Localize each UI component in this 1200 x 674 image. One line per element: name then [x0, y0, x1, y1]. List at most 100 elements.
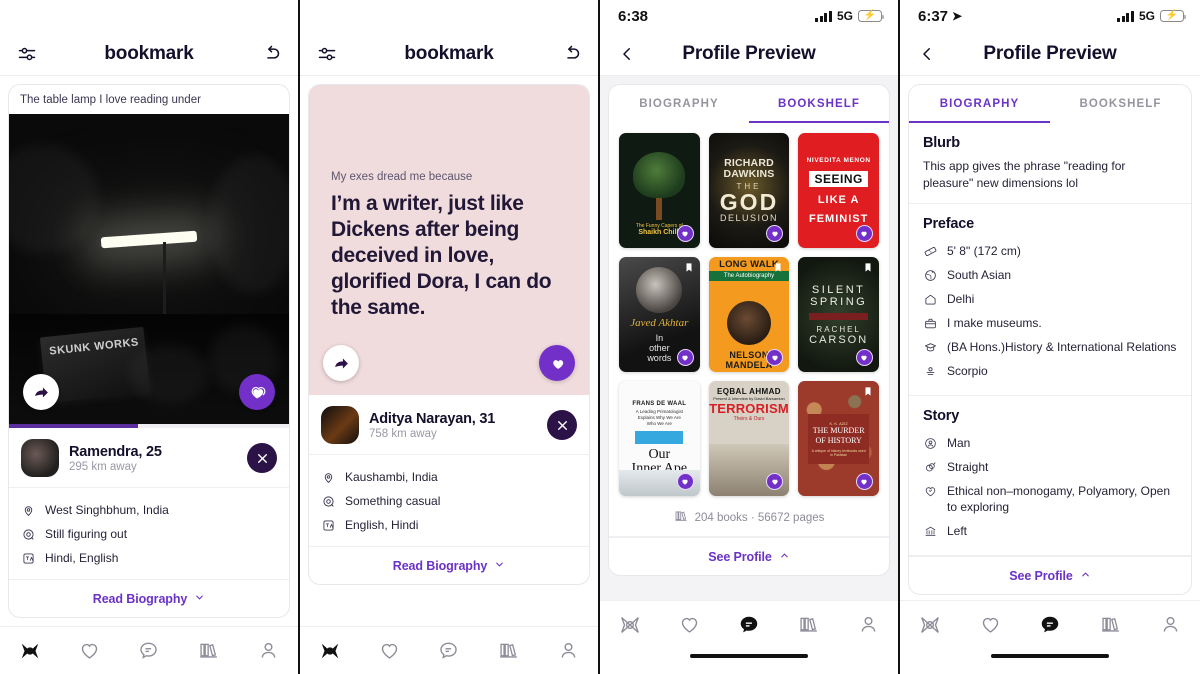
nav-bookshelf[interactable]	[492, 636, 526, 666]
network-label: 5G	[1138, 9, 1155, 23]
person-header: Ramendra, 25 295 km away	[9, 428, 289, 488]
book-card[interactable]: The Funny Capers of Shaikh Chilli	[619, 133, 700, 248]
feed-body[interactable]: The table lamp I love reading under SKUN…	[0, 76, 298, 626]
filter-sliders-icon[interactable]	[312, 39, 342, 69]
location-pin-icon	[21, 503, 36, 518]
book-card[interactable]: K. K. AZIZ THE MURDER OF HISTORY A critiq…	[798, 381, 879, 496]
tab-biography[interactable]: BIOGRAPHY	[609, 85, 749, 123]
tab-bookshelf[interactable]: BOOKSHELF	[749, 85, 889, 123]
panel-profile-preview-biography: 6:37 ➤ 5G ⚡ Profile Preview BIOGRAPHY BO…	[900, 0, 1200, 674]
heart-icon[interactable]	[676, 473, 694, 490]
nav-likes[interactable]	[672, 610, 706, 640]
nav-bookshelf[interactable]	[792, 610, 826, 640]
nav-bookshelf[interactable]	[192, 636, 226, 666]
topbar-right-spacer	[856, 39, 886, 69]
close-icon[interactable]	[247, 443, 277, 473]
heart-icon[interactable]	[855, 225, 873, 242]
heart-icon[interactable]	[676, 349, 694, 366]
target-icon	[21, 527, 36, 542]
bookmark-icon[interactable]	[684, 261, 694, 279]
nav-bookshelf[interactable]	[1093, 610, 1127, 640]
preview-body[interactable]: BIOGRAPHY BOOKSHELF The Funny Capers of S…	[600, 76, 898, 600]
nav-likes[interactable]	[372, 636, 406, 666]
top-bar: bookmark	[300, 32, 598, 76]
filter-sliders-icon[interactable]	[12, 39, 42, 69]
read-biography-button[interactable]: Read Biography	[9, 579, 289, 617]
book-card[interactable]: LONG WALKto FREEDOM The Autobiography NE…	[708, 257, 790, 372]
nav-profile[interactable]	[251, 636, 285, 666]
bottom-nav[interactable]	[900, 600, 1200, 648]
nav-messages[interactable]	[732, 610, 766, 640]
undo-icon[interactable]	[256, 39, 286, 69]
bookmark-icon[interactable]	[863, 261, 873, 279]
bio-section-preface: Preface 5' 8" (172 cm) South Asian Delhi	[909, 204, 1191, 396]
close-icon[interactable]	[547, 410, 577, 440]
nav-discover[interactable]	[313, 636, 347, 666]
zodiac-icon	[923, 364, 938, 379]
battery-icon: ⚡	[858, 10, 884, 22]
heart-icon[interactable]	[539, 345, 575, 381]
share-icon[interactable]	[23, 374, 59, 410]
profile-photo[interactable]: SKUNK WORKS	[9, 114, 289, 424]
bio-text: Delhi	[947, 292, 975, 306]
see-profile-label: See Profile	[1009, 568, 1073, 583]
book-card[interactable]: Javed Akhtar In other words	[619, 257, 700, 372]
read-biography-label: Read Biography	[92, 591, 188, 606]
nav-messages[interactable]	[1033, 610, 1067, 640]
prompt-card[interactable]: My exes dread me because I’m a writer, j…	[309, 85, 589, 395]
book-card[interactable]: EQBAL AHMAD Present & Interview by David…	[708, 381, 790, 496]
back-chevron-icon[interactable]	[612, 39, 642, 69]
book-card[interactable]: SILENT SPRING RACHEL CARSON	[798, 257, 879, 372]
page-title: Profile Preview	[682, 42, 816, 64]
feed-body[interactable]: My exes dread me because I’m a writer, j…	[300, 76, 598, 626]
book-card[interactable]: RICHARD DAWKINS THE GOD DELUSION	[708, 133, 790, 248]
bottom-nav[interactable]	[0, 626, 298, 674]
nav-discover[interactable]	[13, 636, 47, 666]
nav-likes[interactable]	[973, 610, 1007, 640]
read-biography-button[interactable]: Read Biography	[309, 546, 589, 584]
status-time: 6:38	[618, 7, 649, 25]
see-profile-button[interactable]: See Profile	[909, 556, 1191, 594]
nav-likes[interactable]	[72, 636, 106, 666]
bio-text: South Asian	[947, 268, 1012, 282]
status-time: 6:37	[918, 7, 949, 25]
undo-icon[interactable]	[556, 39, 586, 69]
nav-profile[interactable]	[551, 636, 585, 666]
chevron-up-icon	[1080, 567, 1091, 585]
avatar	[321, 406, 359, 444]
heart-icon[interactable]	[239, 374, 275, 410]
preview-body[interactable]: BIOGRAPHY BOOKSHELF Blurb This app gives…	[900, 76, 1200, 600]
tab-biography[interactable]: BIOGRAPHY	[909, 85, 1050, 123]
nav-messages[interactable]	[132, 636, 166, 666]
book-card[interactable]: FRANS DE WAAL A Leading Primatologist Exp…	[619, 381, 700, 496]
heart-icon[interactable]	[676, 225, 694, 242]
tab-bar[interactable]: BIOGRAPHY BOOKSHELF	[609, 85, 889, 123]
nav-messages[interactable]	[432, 636, 466, 666]
nav-profile[interactable]	[851, 610, 885, 640]
heart-icon[interactable]	[855, 349, 873, 366]
bio-row: Ethical non–monogamy, Polyamory, Open to…	[923, 479, 1177, 519]
photo-caption: The table lamp I love reading under	[20, 94, 201, 106]
nav-profile[interactable]	[1153, 610, 1187, 640]
globe-icon	[923, 268, 938, 283]
bottom-nav[interactable]	[300, 626, 598, 674]
back-chevron-icon[interactable]	[912, 39, 942, 69]
nav-discover[interactable]	[613, 610, 647, 640]
target-icon	[321, 494, 336, 509]
bookmark-icon[interactable]	[863, 385, 873, 403]
bookmark-icon[interactable]	[773, 261, 783, 279]
top-bar: bookmark	[0, 32, 298, 76]
panel-bookmark-feed-2: bookmark My exes dread me because I’m a …	[300, 0, 600, 674]
book-card[interactable]: NIVEDITA MENON SEEING LIKE A FEMINIST	[798, 133, 879, 248]
heart-icon[interactable]	[855, 473, 873, 490]
tab-bookshelf[interactable]: BOOKSHELF	[1050, 85, 1191, 123]
fact-row: Something casual	[321, 489, 577, 513]
bottom-nav[interactable]	[600, 600, 898, 648]
see-profile-button[interactable]: See Profile	[609, 537, 889, 575]
nav-discover[interactable]	[913, 610, 947, 640]
tab-bar[interactable]: BIOGRAPHY BOOKSHELF	[909, 85, 1191, 123]
fact-row: Kaushambi, India	[321, 465, 577, 489]
share-icon[interactable]	[323, 345, 359, 381]
books-icon	[674, 509, 688, 526]
chevron-up-icon	[779, 548, 790, 566]
